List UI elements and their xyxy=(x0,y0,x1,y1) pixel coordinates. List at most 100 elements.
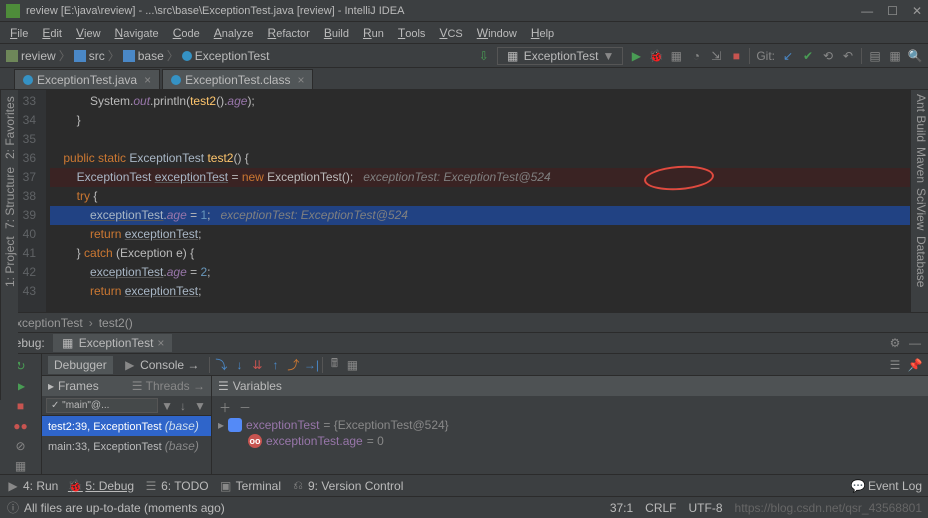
tab-ExceptionTest-java[interactable]: ExceptionTest.java× xyxy=(14,69,160,89)
tab-ExceptionTest-class[interactable]: ExceptionTest.class× xyxy=(162,69,313,89)
code-line-33[interactable]: System.out.println(test2().age); xyxy=(50,92,928,111)
stack-frame[interactable]: test2:39, ExceptionTest (base) xyxy=(42,416,211,436)
menu-run[interactable]: Run xyxy=(357,24,390,42)
build-icon[interactable]: ⇩ xyxy=(477,49,491,63)
stop-button[interactable]: ■ xyxy=(729,49,743,63)
menu-window[interactable]: Window xyxy=(471,24,523,42)
add-watch-icon[interactable]: ＋ xyxy=(218,400,232,414)
code-line-39[interactable]: exceptionTest.age = 1; exceptionTest: Ex… xyxy=(50,206,928,225)
console-tab[interactable]: ▶ Console → xyxy=(117,356,206,374)
mute-bp-button[interactable]: ⊘ xyxy=(12,437,30,454)
debug-button[interactable]: 🐞 xyxy=(649,49,663,63)
profile-button[interactable]: ◔ xyxy=(689,49,703,63)
breadcrumb-review[interactable]: review xyxy=(6,49,56,63)
menu-navigate[interactable]: Navigate xyxy=(109,24,165,42)
code-line-38[interactable]: try { xyxy=(50,187,928,206)
tool-9--version-control[interactable]: ⎌9: Version Control xyxy=(291,479,403,493)
search-icon[interactable]: 🔍 xyxy=(908,49,922,63)
maximize-button[interactable]: ☐ xyxy=(887,4,898,18)
run-config-selector[interactable]: ▦ ExceptionTest ▼ xyxy=(497,47,624,65)
breadcrumb-exceptiontest[interactable]: ExceptionTest xyxy=(182,49,270,63)
step-over-icon[interactable]: ⤵ xyxy=(214,358,228,372)
step-into-icon[interactable]: ↓ xyxy=(232,358,246,372)
tool-4--run[interactable]: ▶4: Run xyxy=(6,479,58,493)
coverage-button[interactable]: ▦ xyxy=(669,49,683,63)
run-to-cursor-icon[interactable]: →| xyxy=(304,358,318,372)
tool-5--debug[interactable]: 🐞5: Debug xyxy=(68,479,134,493)
layout-button[interactable]: ▦ xyxy=(12,457,30,474)
menu-file[interactable]: File xyxy=(4,24,34,42)
attach-button[interactable]: ⇲ xyxy=(709,49,723,63)
close-button[interactable]: ✕ xyxy=(912,4,922,18)
git-revert-icon[interactable]: ↶ xyxy=(841,49,855,63)
remove-watch-icon[interactable]: － xyxy=(238,400,252,414)
variable-row[interactable]: ooexceptionTest.age = 0 xyxy=(218,433,922,449)
editor-breadcrumb[interactable]: ExceptionTest › test2() xyxy=(0,312,928,332)
editor[interactable]: 3334353637383940414243 System.out.printl… xyxy=(0,90,928,312)
menu-refactor[interactable]: Refactor xyxy=(262,24,316,42)
dashboard-icon[interactable]: ▦ xyxy=(888,49,902,63)
code-line-43[interactable]: return exceptionTest; xyxy=(50,282,928,301)
tool-maven[interactable]: Maven xyxy=(911,147,928,183)
code-line-37[interactable]: ExceptionTest exceptionTest = new Except… xyxy=(50,168,928,187)
menu-view[interactable]: View xyxy=(70,24,107,42)
force-step-icon[interactable]: ⇊ xyxy=(250,358,264,372)
evaluate-icon[interactable]: 🖩 xyxy=(327,358,341,372)
code-area[interactable]: System.out.println(test2().age); } publi… xyxy=(46,90,928,312)
code-line-42[interactable]: exceptionTest.age = 2; xyxy=(50,263,928,282)
menu-build[interactable]: Build xyxy=(318,24,355,42)
right-tool-strip[interactable]: Ant Build Maven SciView Database xyxy=(910,90,928,312)
tool-ant-build[interactable]: Ant Build xyxy=(911,94,928,142)
prev-frame-icon[interactable]: ↓ xyxy=(176,399,190,413)
git-commit-icon[interactable]: ✔ xyxy=(801,49,815,63)
code-line-35[interactable] xyxy=(50,130,928,149)
tool-terminal[interactable]: ▣Terminal xyxy=(219,479,281,493)
structure-icon[interactable]: ▤ xyxy=(868,49,882,63)
debug-session-tab[interactable]: ▦ ExceptionTest × xyxy=(53,334,173,352)
menu-tools[interactable]: Tools xyxy=(392,24,432,42)
left-tool-strip[interactable]: 1: Project7: Structure2: Favorites xyxy=(0,90,18,400)
git-history-icon[interactable]: ⟲ xyxy=(821,49,835,63)
menu-analyze[interactable]: Analyze xyxy=(208,24,260,42)
run-button[interactable]: ▶ xyxy=(629,49,643,63)
breadcrumb-base[interactable]: base xyxy=(123,49,164,63)
code-line-34[interactable]: } xyxy=(50,111,928,130)
git-update-icon[interactable]: ↙ xyxy=(781,49,795,63)
line-separator[interactable]: CRLF xyxy=(645,501,676,515)
code-line-36[interactable]: public static ExceptionTest test2() { xyxy=(50,149,928,168)
bc-class[interactable]: ExceptionTest xyxy=(8,316,83,330)
caret-position[interactable]: 37:1 xyxy=(610,501,633,515)
drop-frame-icon[interactable]: ⤴ xyxy=(286,358,300,372)
bc-method[interactable]: test2() xyxy=(99,316,133,330)
encoding[interactable]: UTF-8 xyxy=(689,501,723,515)
breakpoints-button[interactable]: ●● xyxy=(12,417,30,434)
variable-row[interactable]: ▸exceptionTest = {ExceptionTest@524} xyxy=(218,417,922,433)
frames-header[interactable]: ▸Frames ☰ Threads → xyxy=(42,376,211,396)
menu-vcs[interactable]: VCS xyxy=(433,24,468,42)
tool-7--structure[interactable]: 7: Structure xyxy=(3,167,16,229)
filter-icon[interactable]: ▼ xyxy=(193,399,207,413)
tool-1--project[interactable]: 1: Project xyxy=(3,237,16,288)
step-out-icon[interactable]: ↑ xyxy=(268,358,282,372)
trace-icon[interactable]: ▦ xyxy=(345,358,359,372)
gear-icon[interactable]: ⚙ xyxy=(888,336,902,350)
menu-help[interactable]: Help xyxy=(525,24,560,42)
pin-icon[interactable]: 📌 xyxy=(908,358,922,372)
breadcrumb-src[interactable]: src xyxy=(74,49,105,63)
minimize-tool-icon[interactable]: — xyxy=(908,336,922,350)
menu-code[interactable]: Code xyxy=(167,24,206,42)
tool-sciview[interactable]: SciView xyxy=(911,188,928,230)
tool-6--todo[interactable]: ☰6: TODO xyxy=(144,479,209,493)
variables-header[interactable]: ☰Variables xyxy=(212,376,928,396)
stack-frame[interactable]: main:33, ExceptionTest (base) xyxy=(42,436,211,456)
settings-icon[interactable]: ☰ xyxy=(888,358,902,372)
minimize-button[interactable]: — xyxy=(861,4,873,18)
tool-database[interactable]: Database xyxy=(911,236,928,287)
menu-edit[interactable]: Edit xyxy=(36,24,68,42)
thread-selector[interactable]: ✓ "main"@... xyxy=(46,398,158,413)
debugger-tab[interactable]: Debugger xyxy=(48,356,113,374)
code-line-41[interactable]: } catch (Exception e) { xyxy=(50,244,928,263)
breadcrumb[interactable]: review〉src〉base〉ExceptionTest xyxy=(6,47,269,64)
code-line-40[interactable]: return exceptionTest; xyxy=(50,225,928,244)
event-log-button[interactable]: 💬 Event Log xyxy=(851,479,922,493)
